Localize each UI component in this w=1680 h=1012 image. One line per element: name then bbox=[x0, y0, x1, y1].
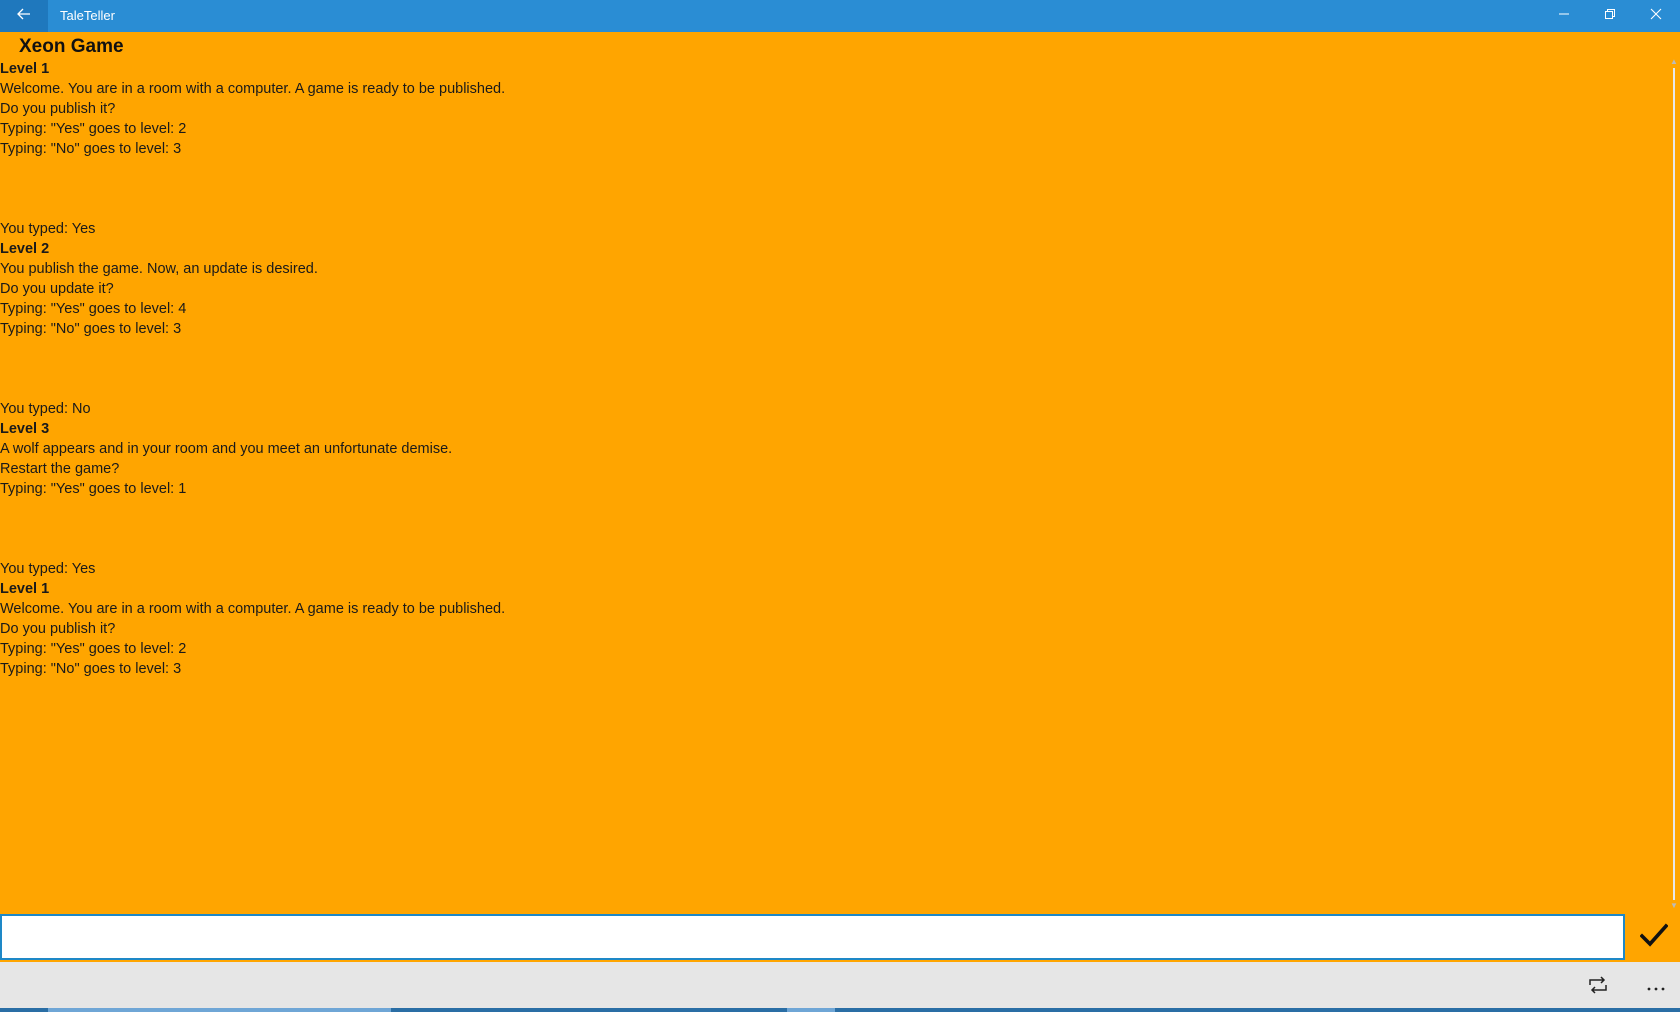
close-button[interactable] bbox=[1633, 0, 1679, 32]
story-line: You publish the game. Now, an update is … bbox=[0, 261, 318, 277]
command-input[interactable] bbox=[0, 914, 1625, 960]
close-icon bbox=[1650, 7, 1662, 25]
app-bar bbox=[0, 962, 1680, 1012]
story-line: Do you update it? bbox=[0, 281, 114, 297]
story-line: Typing: "Yes" goes to level: 1 bbox=[0, 481, 187, 497]
story-line: A wolf appears and in your room and you … bbox=[0, 441, 453, 457]
story-line: Typing: "Yes" goes to level: 2 bbox=[0, 641, 187, 657]
restore-icon bbox=[1604, 7, 1616, 25]
vertical-scrollbar[interactable]: ▲ ▼ bbox=[1668, 56, 1680, 912]
story-line: Do you publish it? bbox=[0, 621, 116, 637]
story-line: Typing: "Yes" goes to level: 4 bbox=[0, 301, 187, 317]
repeat-icon bbox=[1587, 975, 1609, 999]
story-line: Welcome. You are in a room with a comput… bbox=[0, 601, 506, 617]
scroll-down-icon[interactable]: ▼ bbox=[1670, 902, 1678, 910]
more-options-button[interactable] bbox=[1631, 962, 1680, 1012]
level-heading: Level 3 bbox=[0, 421, 50, 437]
taskbar-highlight bbox=[48, 1008, 391, 1012]
command-row bbox=[0, 912, 1680, 962]
story-panel: Xeon Game Level 1 Welcome. You are in a r… bbox=[0, 32, 1668, 912]
story-line: Typing: "No" goes to level: 3 bbox=[0, 141, 182, 157]
story-line: Typing: "No" goes to level: 3 bbox=[0, 661, 182, 677]
level-heading: Level 1 bbox=[0, 581, 50, 597]
minimize-button[interactable] bbox=[1541, 0, 1587, 32]
repeat-button[interactable] bbox=[1573, 962, 1623, 1012]
level-heading: Level 2 bbox=[0, 241, 50, 257]
game-title: Xeon Game bbox=[19, 36, 124, 57]
story-line: You typed: Yes bbox=[0, 561, 96, 577]
taskbar-edge bbox=[0, 1008, 1680, 1012]
minimize-icon bbox=[1558, 7, 1570, 25]
story-line: Do you publish it? bbox=[0, 101, 116, 117]
story-log: Level 1 Welcome. You are in a room with a… bbox=[0, 59, 1660, 679]
title-bar: TaleTeller bbox=[0, 0, 1680, 32]
story-line: You typed: Yes bbox=[0, 221, 96, 237]
level-heading: Level 1 bbox=[0, 61, 50, 77]
story-line: Typing: "No" goes to level: 3 bbox=[0, 321, 182, 337]
more-icon bbox=[1647, 978, 1665, 996]
story-line: You typed: No bbox=[0, 401, 91, 417]
restore-button[interactable] bbox=[1587, 0, 1633, 32]
story-line: Typing: "Yes" goes to level: 2 bbox=[0, 121, 187, 137]
story-line: Restart the game? bbox=[0, 461, 120, 477]
scroll-track[interactable] bbox=[1673, 68, 1675, 900]
app-title: TaleTeller bbox=[60, 8, 115, 23]
submit-button[interactable] bbox=[1630, 914, 1678, 960]
taskbar-highlight bbox=[787, 1008, 835, 1012]
back-button[interactable] bbox=[0, 0, 48, 32]
back-arrow-icon bbox=[17, 7, 31, 25]
story-line: Welcome. You are in a room with a comput… bbox=[0, 81, 506, 97]
scroll-up-icon[interactable]: ▲ bbox=[1670, 58, 1678, 66]
checkmark-icon bbox=[1639, 922, 1669, 952]
